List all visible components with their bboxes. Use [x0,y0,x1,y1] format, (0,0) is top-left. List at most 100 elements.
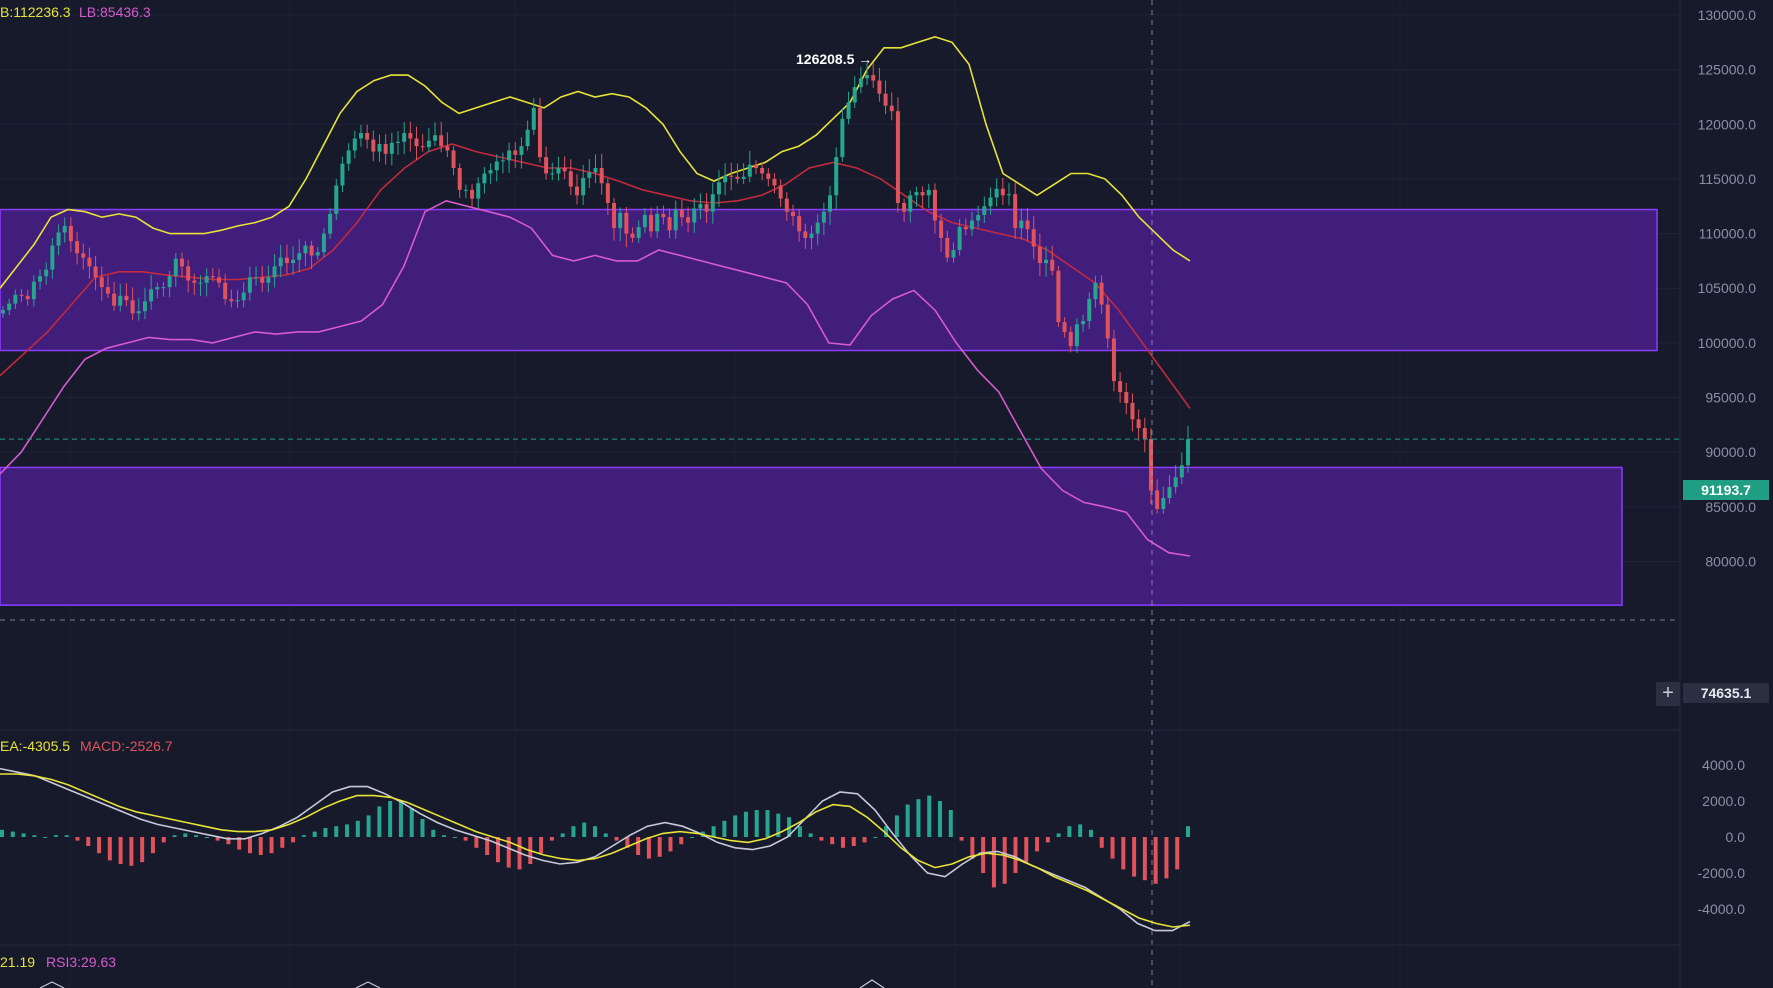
candle-body [513,150,518,155]
candle-body [75,241,80,254]
candle-body [1037,246,1042,264]
macd-histogram-bar [366,815,371,837]
candle-body [982,206,987,215]
candle-body [840,118,845,158]
macd-histogram-bar [1067,826,1072,837]
macd-histogram-bar [743,811,748,837]
candle-body [642,214,647,228]
candle-body [544,157,549,174]
candle-body [525,129,530,147]
macd-histogram-bar [938,801,943,837]
candle-body [791,211,795,217]
candle-body [1,310,5,314]
candle-body [951,249,956,258]
candle-body [519,146,524,155]
macd-histogram-bar [549,837,554,841]
candle-body [865,75,870,79]
macd-histogram-bar [1035,837,1040,852]
candle-body [710,194,715,212]
macd-histogram-bar [1099,837,1104,848]
macd-histogram-bar [86,837,91,846]
candle-body [118,295,123,306]
support-resistance-zone [0,466,1623,606]
macd-histogram-bar [21,833,26,837]
candle-body [1093,282,1098,300]
macd-histogram-bar [1175,837,1180,870]
macd-histogram-bar [323,828,328,837]
candle-body [741,176,746,179]
candle-body [593,168,598,173]
candle-body [902,202,907,212]
candle-body [932,189,937,221]
macd-histogram-bar [118,837,123,864]
candle-body [445,146,450,151]
candle-body [612,202,617,229]
macd-histogram-bar [495,837,500,863]
macd-histogram-bar [420,819,425,837]
candle-body [1031,229,1036,247]
candle-body [1111,338,1116,382]
macd-histogram-bar [194,835,199,837]
candle-body [852,87,857,103]
macd-histogram-bar [905,804,910,837]
macd-histogram-bar [830,837,835,845]
price-axis-tick: 80000.0 [1705,553,1756,569]
candle-body [44,269,49,277]
macd-axis-tick: 2000.0 [1702,793,1745,809]
candle-body [784,198,789,212]
candle-body [587,172,592,178]
candle-body [877,80,882,94]
candle-body [451,150,456,168]
macd-histogram-bar [840,837,845,848]
candle-body [149,289,154,302]
candle-body [309,245,314,256]
candle-body [476,183,481,199]
macd-histogram-bar [75,837,80,841]
candle-body [463,189,468,191]
macd-histogram-bar [668,837,673,852]
price-axis-tick: 125000.0 [1698,62,1757,78]
candle-body [747,164,752,177]
macd-histogram-bar [765,810,770,837]
macd-histogram-bar [355,820,360,837]
candle-body [760,168,765,174]
macd-histogram-bar [183,833,188,837]
macd-histogram-bar [614,837,619,841]
chart-canvas[interactable]: 130000.0 125000.0 120000.0 115000.0 110000.0… [0,0,1773,988]
macd-histogram-bar [1110,837,1115,859]
price-axis-tick: 100000.0 [1698,335,1757,351]
macd-axis-tick: 4000.0 [1702,757,1745,773]
candle-body [630,233,635,238]
candle-body [124,295,129,301]
candle-body [1136,419,1141,429]
candle-body [420,146,425,148]
candle-body [920,192,925,196]
candle-body [729,175,734,177]
candle-body [766,173,771,179]
macd-dif-line [0,767,1191,932]
candle-body [939,220,944,238]
macd-histogram-bar [409,808,414,837]
candle-body [1050,259,1055,271]
candle-body [25,295,30,300]
candle-body [1087,299,1092,321]
macd-histogram-bar [431,829,436,837]
candle-body [1124,392,1129,403]
macd-histogram-bar [894,815,899,837]
candle-body [994,188,999,198]
plus-icon[interactable]: + [1656,682,1680,706]
candle-body [457,168,462,190]
candle-body [50,245,55,270]
macd-histogram-bar [442,835,447,837]
rsi-line [39,981,65,988]
candle-body [821,211,826,223]
macd-histogram-bar [150,837,155,854]
candle-body [161,287,166,289]
candle-body [753,164,758,168]
candle-body [1173,477,1178,488]
candle-body [408,133,413,139]
boll-lower-label: LB:85436.3 [79,4,151,20]
macd-histogram-bar [582,822,587,837]
candle-body [272,266,277,278]
candle-body [1068,331,1073,347]
